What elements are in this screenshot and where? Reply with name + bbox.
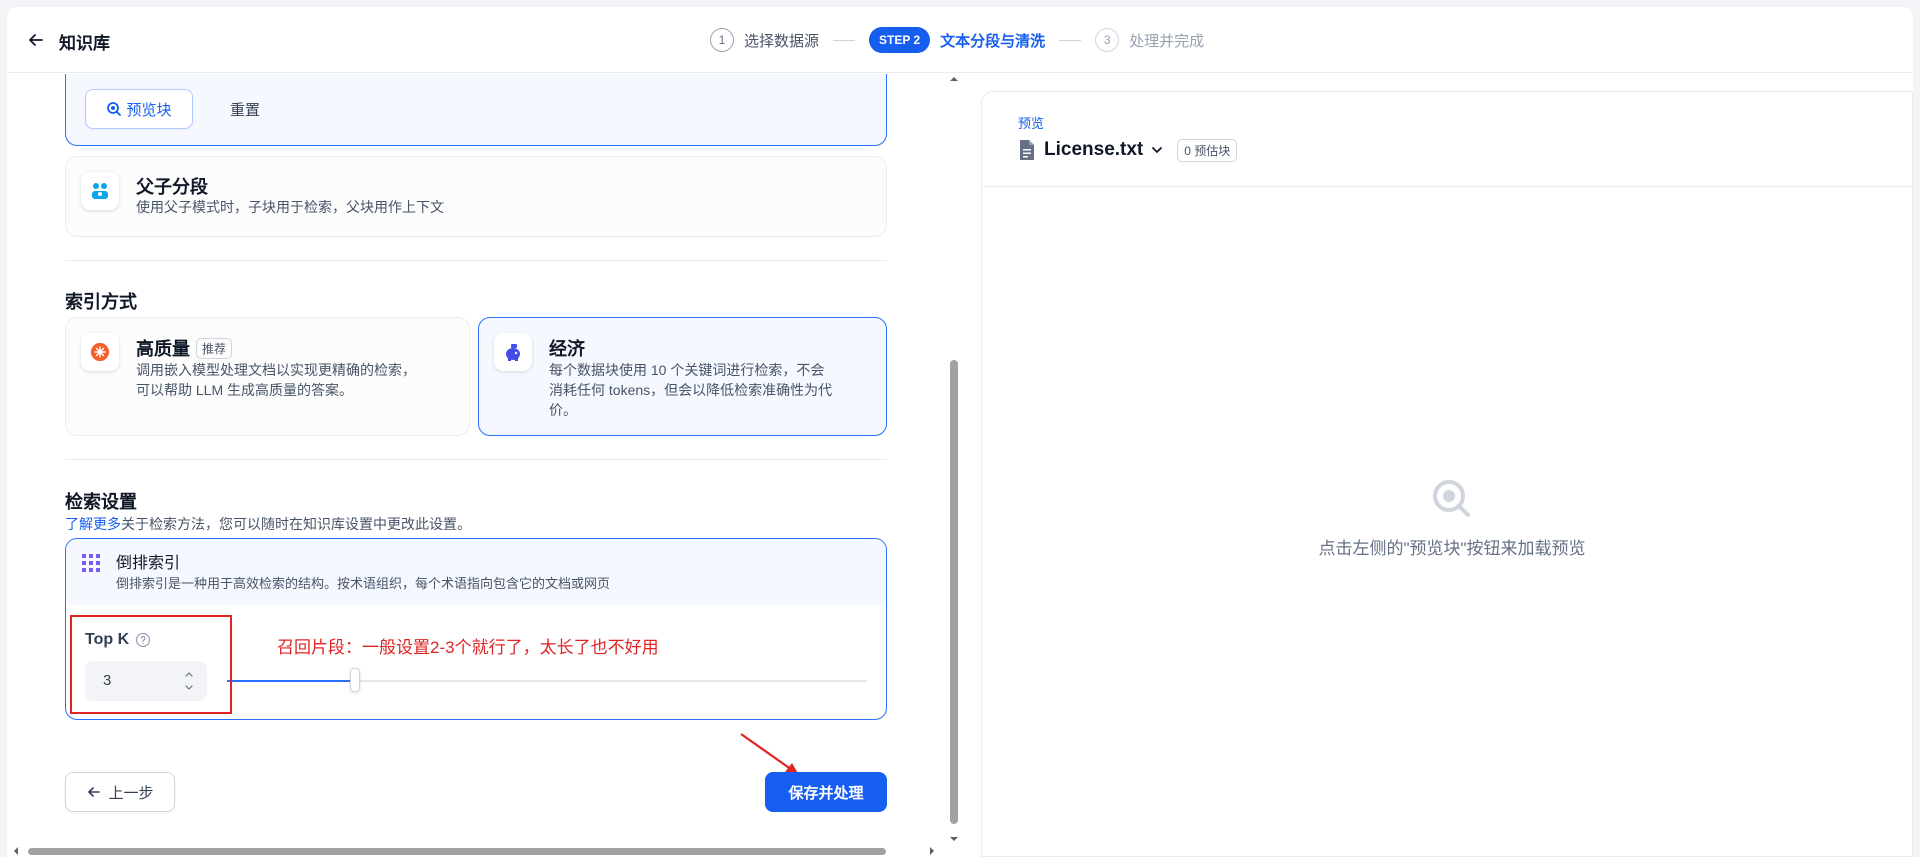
economy-desc: 每个数据块使用 10 个关键词进行检索，不会 消耗任何 tokens，但会以降低…: [549, 360, 832, 420]
scroll-right-icon[interactable]: [927, 845, 937, 857]
high-quality-title: 高质量 推荐: [136, 335, 233, 361]
preview-label: 预览: [1018, 116, 1045, 131]
high-quality-desc-line: 可以帮助 LLM 生成高质量的答案。: [136, 382, 354, 398]
retrieval-desc-text: 关于检索方法，您可以随时在知识库设置中更改此设置。: [121, 516, 471, 532]
arrow-left-icon: [88, 787, 101, 797]
recommended-badge: 推荐: [196, 338, 233, 359]
inverted-index-header: 倒排索引 倒排索引是一种用于高效检索的结构。按术语组织，每个术语指向包含它的文档…: [66, 539, 886, 605]
file-name: License.txt: [1044, 139, 1144, 160]
preview-chunks-button[interactable]: 预览块: [85, 89, 193, 129]
scroll-up-icon[interactable]: [948, 74, 960, 84]
section-divider: [65, 459, 887, 460]
step-separator: [1059, 39, 1082, 41]
annotation-highlight-box: [70, 615, 232, 714]
inverted-index-icon: [82, 554, 100, 572]
step-3-label: 处理并完成: [1129, 32, 1205, 50]
previous-step-button[interactable]: 上一步: [65, 772, 175, 812]
annotation-text: 召回片段：一般设置2-3个就行了，太长了也不好用: [277, 638, 659, 657]
search-preview-icon: [107, 102, 122, 116]
app-window: 知识库 1 选择数据源 STEP 2 文本分段与清洗 3 处理并完成 预览块 重…: [7, 7, 1913, 857]
step-3-number: 3: [1095, 28, 1120, 52]
parent-child-icon-box: [81, 172, 119, 210]
horizontal-scrollbar[interactable]: [7, 845, 947, 857]
economy-desc-line: 消耗任何 tokens，但会以降低检索准确性为代: [549, 382, 833, 398]
top-header: 知识库 1 选择数据源 STEP 2 文本分段与清洗 3 处理并完成: [7, 7, 1913, 73]
estimated-chunks-badge: 0 预估块: [1177, 138, 1238, 162]
stepper: 1 选择数据源 STEP 2 文本分段与清洗 3 处理并完成: [710, 27, 1204, 53]
back-arrow-icon[interactable]: [25, 29, 47, 51]
topk-slider-track[interactable]: [227, 680, 867, 682]
save-and-process-button[interactable]: 保存并处理: [765, 772, 887, 812]
economy-title: 经济: [549, 339, 585, 359]
parent-child-desc: 使用父子模式时，子块用于检索，父块用作上下文: [136, 199, 444, 215]
step-2-badge: STEP 2: [869, 27, 931, 53]
topk-slider-thumb[interactable]: [350, 668, 360, 692]
step-1-label: 选择数据源: [744, 32, 820, 50]
high-quality-title-text: 高质量: [136, 339, 190, 359]
index-method-title: 索引方式: [65, 292, 137, 312]
horizontal-scroll-thumb[interactable]: [28, 848, 886, 855]
vertical-scrollbar[interactable]: [948, 74, 960, 850]
high-quality-desc: 调用嵌入模型处理文档以实现更精确的检索， 可以帮助 LLM 生成高质量的答案。: [136, 360, 416, 400]
preview-panel: 预览 License.txt 0 预估块 点击左侧的"预览块"按钮来加载预览: [981, 91, 1913, 857]
page-title: 知识库: [59, 34, 110, 53]
parent-child-icon: [92, 183, 108, 199]
previous-step-label: 上一步: [108, 784, 154, 802]
learn-more-link[interactable]: 了解更多: [65, 516, 121, 532]
high-quality-icon-box: [81, 333, 119, 371]
economy-icon: [506, 344, 520, 361]
economy-icon-box: [494, 333, 532, 371]
section-divider: [65, 260, 887, 261]
economy-card[interactable]: 经济 每个数据块使用 10 个关键词进行检索，不会 消耗任何 tokens，但会…: [478, 317, 887, 436]
inverted-index-desc: 倒排索引是一种用于高效检索的结构。按术语组织，每个术语指向包含它的文档或网页: [116, 576, 611, 591]
parent-child-title: 父子分段: [136, 177, 208, 197]
file-selector[interactable]: License.txt 0 预估块: [1018, 137, 1238, 163]
chevron-down-icon[interactable]: [1149, 142, 1165, 158]
step-1-number: 1: [710, 28, 734, 52]
inverted-index-title: 倒排索引: [116, 555, 181, 572]
step-separator: [833, 39, 856, 41]
preview-chunks-label: 预览块: [126, 101, 172, 119]
vertical-scroll-thumb[interactable]: [950, 360, 958, 824]
scroll-left-icon[interactable]: [11, 845, 21, 857]
preview-divider: [982, 186, 1912, 187]
scroll-down-icon[interactable]: [948, 834, 960, 844]
topk-slider-fill: [227, 680, 355, 682]
retrieval-settings-title: 检索设置: [65, 492, 137, 512]
step-2-label: 文本分段与清洗: [940, 32, 1046, 50]
high-quality-desc-line: 调用嵌入模型处理文档以实现更精确的检索，: [136, 362, 416, 378]
economy-desc-line: 每个数据块使用 10 个关键词进行检索，不会: [549, 362, 825, 378]
search-empty-icon: [1433, 480, 1470, 517]
high-quality-card[interactable]: 高质量 推荐 调用嵌入模型处理文档以实现更精确的检索， 可以帮助 LLM 生成高质…: [65, 317, 470, 436]
parent-child-segment-card[interactable]: 父子分段 使用父子模式时，子块用于检索，父块用作上下文: [65, 156, 887, 237]
save-and-process-label: 保存并处理: [788, 784, 864, 802]
retrieval-settings-desc: 了解更多关于检索方法，您可以随时在知识库设置中更改此设置。: [65, 514, 471, 534]
settings-panel: 预览块 重置 父子分段 使用父子模式时，子块用于检索，父块用作上下文 索引方式: [7, 74, 947, 857]
empty-preview-text: 点击左侧的"预览块"按钮来加载预览: [1318, 539, 1586, 558]
reset-button[interactable]: 重置: [213, 89, 277, 129]
high-quality-icon: [91, 343, 109, 361]
reset-label: 重置: [229, 101, 260, 119]
economy-desc-line: 价。: [549, 402, 577, 418]
document-icon: [1020, 140, 1034, 160]
